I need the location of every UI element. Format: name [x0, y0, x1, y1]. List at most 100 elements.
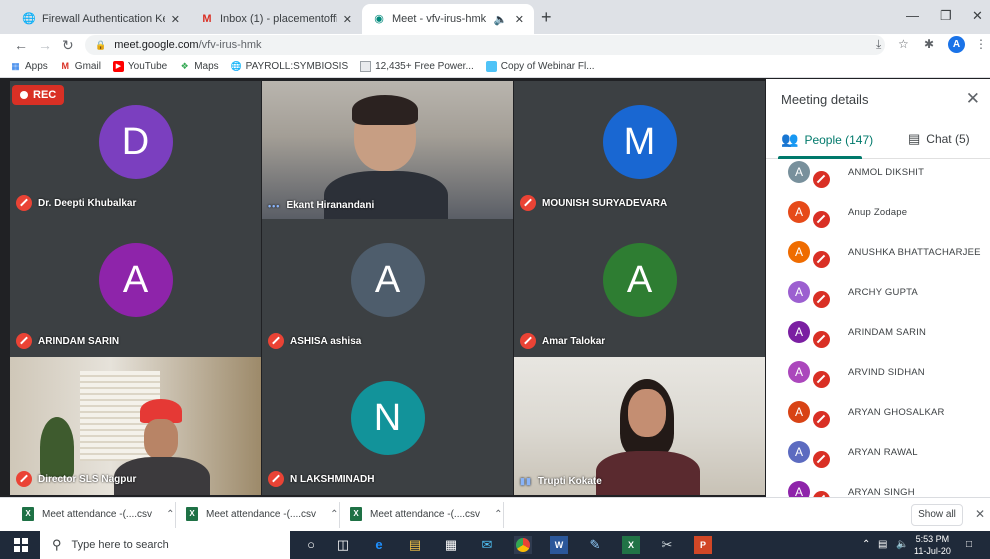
search-placeholder: Type here to search	[71, 539, 169, 551]
meet-icon: ◉	[374, 13, 384, 25]
tab-inbox[interactable]: M Inbox (1) - placementofficer@sis ✕	[190, 4, 362, 34]
menu-icon[interactable]: ⋮	[975, 37, 987, 51]
new-tab-button[interactable]: +	[541, 8, 552, 26]
notification-icon[interactable]: □	[966, 539, 972, 550]
download-filename: Meet attendance -(....csv	[370, 508, 481, 520]
excel-file-icon: X	[22, 507, 34, 521]
volume-icon[interactable]: 🔈	[896, 539, 908, 550]
participant-name: ARINDAM SARIN	[38, 335, 120, 347]
list-item[interactable]: A ARINDAM SARIN	[766, 319, 990, 359]
person-top	[596, 451, 700, 495]
task-view-icon[interactable]: ◫	[334, 536, 352, 554]
network-icon[interactable]: ▤	[878, 539, 887, 550]
app-icon[interactable]: ✎	[586, 536, 604, 554]
close-tab-icon[interactable]: ✕	[337, 13, 352, 26]
list-item[interactable]: A ARYAN SINGH	[766, 479, 990, 497]
back-icon[interactable]: ←	[14, 36, 28, 54]
person-name: ARINDAM SARIN	[848, 327, 927, 338]
bookmark-apps[interactable]: ▦ Apps	[10, 61, 48, 72]
forward-icon[interactable]: →	[38, 36, 52, 54]
list-item[interactable]: A Anup Zodape	[766, 199, 990, 239]
list-item[interactable]: A ANUSHKA BHATTACHARJEE	[766, 239, 990, 279]
chrome-icon[interactable]	[514, 536, 532, 554]
store-icon[interactable]: ▦	[442, 536, 460, 554]
close-tab-icon[interactable]: ✕	[509, 13, 524, 26]
download-item[interactable]: X Meet attendance -(....csv ⌃	[22, 507, 174, 521]
person-hair	[352, 95, 418, 125]
bookmark-free-power[interactable]: 12,435+ Free Power...	[360, 61, 474, 72]
participant-video-tile[interactable]: ▮▮ Trupti Kokate	[514, 357, 765, 495]
word-icon[interactable]: W	[550, 536, 568, 554]
bookmark-maps[interactable]: ❖ Maps	[179, 61, 219, 72]
avatar: A	[788, 201, 810, 223]
download-item[interactable]: X Meet attendance -(....csv ⌃	[350, 507, 502, 521]
participant-video-tile[interactable]: ••• Ekant Hiranandani	[262, 81, 513, 219]
minimize-icon[interactable]: —	[906, 8, 919, 23]
taskbar-clock[interactable]: 5:53 PM 11-Jul-20	[914, 533, 951, 557]
show-all-button[interactable]: Show all	[911, 504, 963, 526]
excel-file-icon: X	[350, 507, 362, 521]
bookmark-youtube[interactable]: ▶ YouTube	[112, 61, 167, 72]
participant-tile[interactable]: A ASHISA ashisa	[262, 219, 513, 357]
meet-video-grid: REC D Dr. Deepti Khubalkar ••• Ekant Hira…	[0, 79, 766, 497]
gmail-icon: M	[202, 13, 212, 25]
restore-icon[interactable]: ❐	[940, 8, 952, 24]
snip-icon[interactable]: ✂	[658, 536, 676, 554]
file-explorer-icon[interactable]: ▤	[406, 536, 424, 554]
mic-off-icon	[813, 451, 830, 468]
close-window-icon[interactable]: ✕	[972, 8, 983, 24]
tab-meet[interactable]: ◉ Meet - vfv-irus-hmk 🔈 ✕	[362, 4, 534, 34]
participant-name: Ekant Hiranandani	[286, 200, 375, 211]
tab-title: Meet - vfv-irus-hmk	[392, 13, 487, 25]
edge-icon[interactable]: e	[370, 536, 388, 554]
cortana-icon[interactable]: ○	[302, 536, 320, 554]
bookmark-gmail[interactable]: M Gmail	[60, 61, 101, 72]
close-downloads-icon[interactable]: ✕	[975, 507, 985, 521]
windows-start-icon[interactable]	[14, 538, 28, 552]
list-item[interactable]: A ARYAN GHOSALKAR	[766, 399, 990, 439]
participant-name: Amar Talokar	[542, 335, 606, 347]
install-icon[interactable]: ⤓	[876, 37, 881, 52]
person-shirt	[324, 171, 448, 219]
taskbar-search[interactable]: ⚲ Type here to search	[40, 531, 290, 559]
clock-time: 5:53 PM	[915, 534, 950, 544]
download-item[interactable]: X Meet attendance -(....csv ⌃	[186, 507, 338, 521]
tab-firewall[interactable]: 🌐 Firewall Authentication Keepalive ✕	[12, 4, 190, 34]
participant-tile[interactable]: N N LAKSHMINADH	[262, 357, 513, 495]
list-item[interactable]: A ARVIND SIDHAN	[766, 359, 990, 399]
mic-off-icon	[520, 195, 536, 211]
bookmark-label: 12,435+ Free Power...	[375, 61, 474, 72]
participant-tile[interactable]: A Amar Talokar	[514, 219, 765, 357]
chevron-up-icon[interactable]: ⌃	[166, 509, 174, 520]
avatar: A	[788, 401, 810, 423]
bookmarks-bar: ▦ Apps M Gmail ▶ YouTube ❖ Maps 🌐 PAYROLL:SYM…	[0, 56, 990, 78]
chevron-up-icon[interactable]: ⌃	[330, 509, 338, 520]
chevron-up-icon[interactable]: ⌃	[862, 539, 870, 550]
participant-tile[interactable]: A ARINDAM SARIN	[10, 219, 261, 357]
star-icon[interactable]: ☆	[898, 37, 909, 51]
list-item[interactable]: A ARCHY GUPTA	[766, 279, 990, 319]
list-item[interactable]: A ANMOL DIKSHIT	[766, 159, 990, 199]
chevron-up-icon[interactable]: ⌃	[494, 509, 502, 520]
bookmark-payroll[interactable]: 🌐 PAYROLL:SYMBIOSIS	[231, 61, 348, 72]
tab-chat[interactable]: ▤ Chat (5)	[908, 131, 970, 147]
profile-avatar[interactable]: A	[948, 36, 965, 53]
close-tab-icon[interactable]: ✕	[165, 13, 180, 26]
tab-people[interactable]: 👥 People (147)	[781, 131, 873, 148]
powerpoint-icon[interactable]: P	[694, 536, 712, 554]
avatar: A	[788, 281, 810, 303]
mic-off-icon	[16, 333, 32, 349]
reload-icon[interactable]: ↻	[62, 36, 74, 54]
list-item[interactable]: A ARYAN RAWAL	[766, 439, 990, 479]
tab-title: Firewall Authentication Keepalive	[42, 13, 165, 25]
mail-icon[interactable]: ✉	[478, 536, 496, 554]
extensions-icon[interactable]: ✱	[924, 37, 934, 51]
participant-video-tile[interactable]: Director SLS Nagpur	[10, 357, 261, 495]
bookmark-webinar[interactable]: Copy of Webinar Fl...	[485, 61, 595, 72]
close-panel-icon[interactable]: ✕	[966, 89, 980, 109]
url-field[interactable]: 🔒 meet.google.com/vfv-irus-hmk	[85, 35, 885, 55]
participant-tile[interactable]: M MOUNISH SURYADEVARA	[514, 81, 765, 219]
excel-icon[interactable]: X	[622, 536, 640, 554]
mic-off-icon	[16, 471, 32, 487]
audio-playing-icon[interactable]: 🔈	[488, 13, 508, 26]
